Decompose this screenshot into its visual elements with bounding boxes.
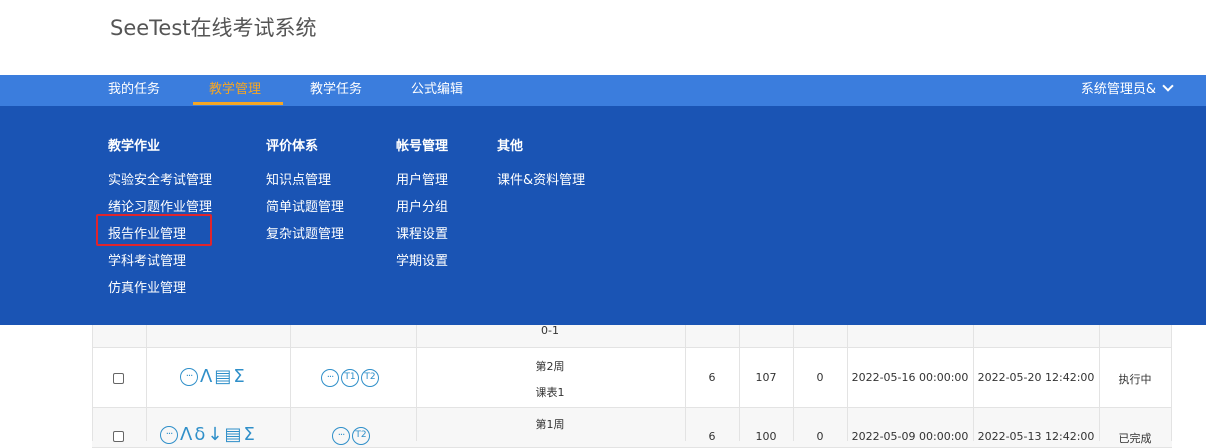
schedule-cell: 0-1 bbox=[541, 324, 559, 337]
status-badge: 已完成 bbox=[1118, 432, 1152, 445]
row-actions: ··· Λ ▤ Σ bbox=[180, 366, 247, 387]
end-time: 2022-05-20 12:42:00 bbox=[977, 371, 1095, 384]
menu-heading-accounts: 帐号管理 bbox=[396, 139, 449, 154]
start-time: 2022-05-16 00:00:00 bbox=[851, 371, 969, 384]
row-extra-actions: ··· T1 T2 bbox=[321, 367, 381, 388]
menu-heading-evaluation: 评价体系 bbox=[266, 139, 319, 154]
week-cell: 第2周 bbox=[535, 360, 565, 373]
lambda-icon[interactable]: Λ bbox=[200, 366, 212, 387]
download-icon[interactable]: ↓ bbox=[207, 424, 222, 445]
t1-icon[interactable]: T1 bbox=[341, 369, 359, 387]
menu-item-complex-questions[interactable]: 复杂试题管理 bbox=[266, 223, 344, 242]
menu-item-subject-exam[interactable]: 学科考试管理 bbox=[108, 250, 186, 269]
nav-teaching-tasks[interactable]: 教学任务 bbox=[310, 75, 362, 106]
user-menu[interactable]: 系统管理员& bbox=[1080, 75, 1174, 106]
t2-icon[interactable]: T2 bbox=[352, 427, 370, 445]
clipboard-icon[interactable]: ▤ bbox=[224, 424, 241, 445]
menu-item-simulation-homework[interactable]: 仿真作业管理 bbox=[108, 277, 186, 296]
nav-formula-editor[interactable]: 公式编辑 bbox=[411, 75, 463, 106]
chevron-down-icon bbox=[1162, 80, 1174, 92]
clipboard-icon[interactable]: ▤ bbox=[214, 366, 231, 387]
menu-item-knowledge-points[interactable]: 知识点管理 bbox=[266, 169, 331, 188]
count-cell: 107 bbox=[755, 371, 777, 384]
top-navbar: 我的任务 教学管理 教学任务 公式编辑 系统管理员& bbox=[0, 75, 1206, 106]
status-badge: 执行中 bbox=[1118, 373, 1152, 386]
week-cell: 第1周 bbox=[535, 418, 565, 431]
count-cell: 6 bbox=[708, 430, 716, 443]
count-cell: 0 bbox=[816, 430, 824, 443]
menu-item-term-settings[interactable]: 学期设置 bbox=[396, 250, 448, 269]
start-time: 2022-05-09 00:00:00 bbox=[851, 430, 969, 443]
more-icon[interactable]: ··· bbox=[160, 426, 178, 444]
lambda-icon[interactable]: Λ bbox=[180, 424, 192, 445]
more-icon[interactable]: ··· bbox=[321, 369, 339, 387]
row-checkbox[interactable] bbox=[113, 431, 124, 442]
more-icon[interactable]: ··· bbox=[180, 368, 198, 386]
menu-heading-teaching-homework: 教学作业 bbox=[108, 139, 161, 154]
menu-item-intro-exercise[interactable]: 绪论习题作业管理 bbox=[108, 196, 212, 215]
menu-item-lab-safety-exam[interactable]: 实验安全考试管理 bbox=[108, 169, 212, 188]
delta-icon[interactable]: δ bbox=[194, 424, 205, 445]
menu-item-course-settings[interactable]: 课程设置 bbox=[396, 223, 448, 242]
menu-item-users[interactable]: 用户管理 bbox=[396, 169, 448, 188]
highlight-box bbox=[96, 214, 212, 246]
more-icon[interactable]: ··· bbox=[332, 427, 350, 445]
active-tab-indicator bbox=[193, 102, 283, 105]
nav-my-tasks[interactable]: 我的任务 bbox=[108, 75, 160, 106]
row-extra-actions: ··· T2 bbox=[332, 425, 372, 446]
menu-item-courseware[interactable]: 课件&资料管理 bbox=[497, 169, 585, 188]
count-cell: 100 bbox=[755, 430, 777, 443]
t2-icon[interactable]: T2 bbox=[361, 369, 379, 387]
menu-item-user-groups[interactable]: 用户分组 bbox=[396, 196, 448, 215]
row-checkbox[interactable] bbox=[113, 373, 124, 384]
schedule-cell: 课表1 bbox=[535, 386, 565, 399]
sigma-icon[interactable]: Σ bbox=[233, 366, 244, 387]
sigma-icon[interactable]: Σ bbox=[243, 424, 254, 445]
count-cell: 0 bbox=[816, 371, 824, 384]
app-title: SeeTest在线考试系统 bbox=[110, 16, 317, 40]
count-cell: 6 bbox=[708, 371, 716, 384]
user-name: 系统管理员& bbox=[1080, 82, 1156, 97]
row-actions: ··· Λδ ↓ ▤ Σ bbox=[160, 424, 257, 445]
end-time: 2022-05-13 12:42:00 bbox=[977, 430, 1095, 443]
menu-heading-other: 其他 bbox=[497, 139, 524, 154]
menu-item-simple-questions[interactable]: 简单试题管理 bbox=[266, 196, 344, 215]
